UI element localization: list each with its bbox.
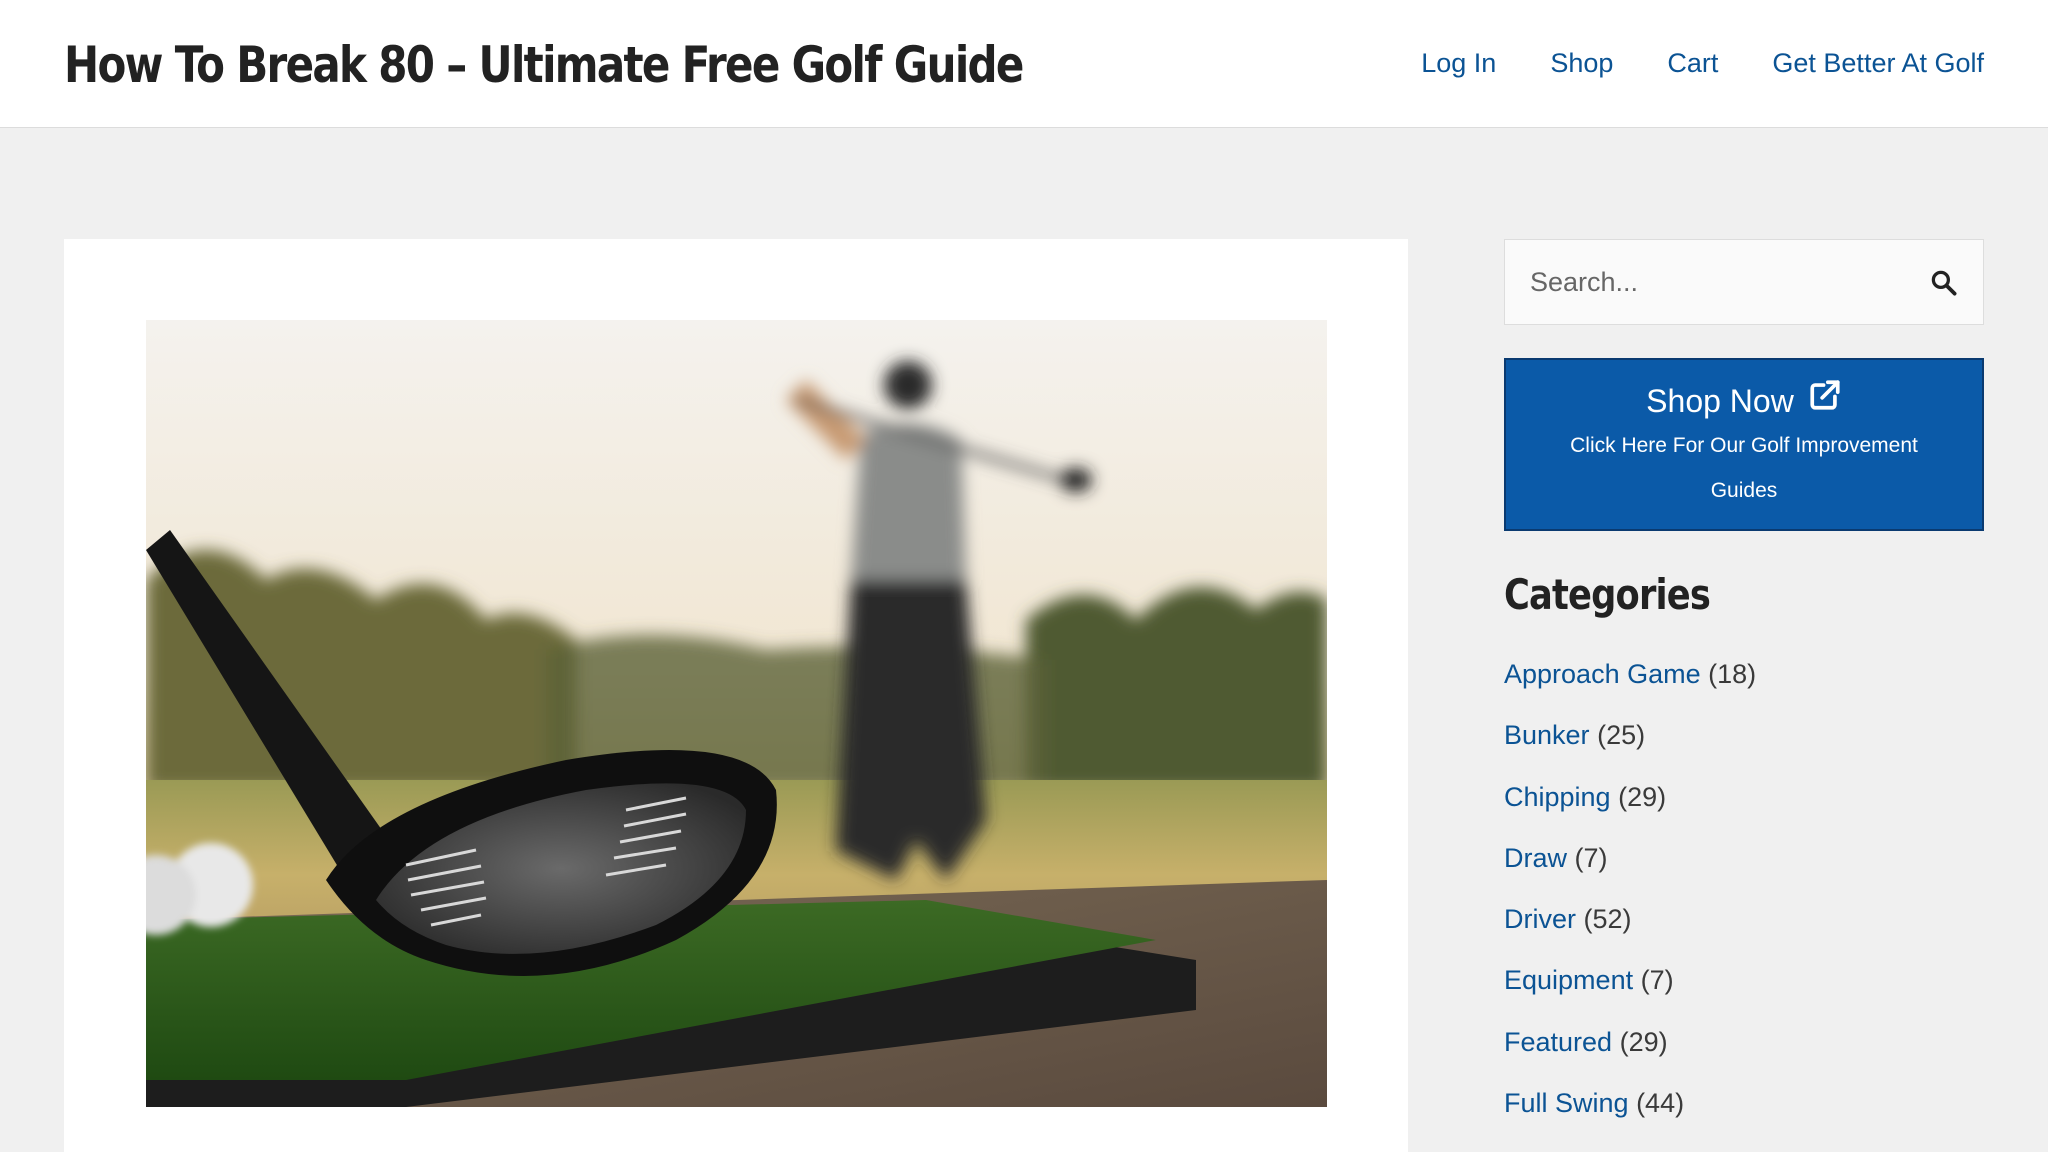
category-item: Draw (7) [1504,836,1756,897]
nav-log-in[interactable]: Log In [1421,40,1496,86]
shop-now-subtitle: Click Here For Our Golf Improvement Guid… [1570,434,1918,502]
site-title[interactable]: How To Break 80 – Ultimate Free Golf Gui… [64,30,1024,100]
category-count: (44) [1636,1088,1685,1119]
search-input[interactable] [1505,240,1905,324]
category-link-approach-game[interactable]: Approach Game [1504,659,1701,689]
category-count: (25) [1597,720,1646,751]
category-item: Driver (52) [1504,897,1756,958]
site-header: How To Break 80 – Ultimate Free Golf Gui… [0,0,2048,128]
category-item: Approach Game (18) [1504,652,1756,713]
search-icon[interactable] [1929,268,1959,298]
category-count: (7) [1574,842,1608,873]
category-item: Bunker (25) [1504,713,1756,774]
categories-list: Approach Game (18) Bunker (25) Chipping … [1504,652,1756,1142]
shop-now-button[interactable]: Shop Now Click Here For Our Golf Improve… [1504,358,1984,531]
main-nav: Log In Shop Cart Get Better At Golf [1421,40,1984,86]
golf-driver-photo [146,320,1327,1107]
categories-heading: Categories [1504,570,1711,619]
category-link-bunker[interactable]: Bunker [1504,720,1590,750]
category-count: (18) [1708,659,1757,689]
category-link-featured[interactable]: Featured [1504,1027,1612,1057]
category-count: (29) [1619,1026,1668,1057]
category-item: Equipment (7) [1504,958,1756,1019]
search-form [1504,239,1984,325]
nav-get-better-at-golf[interactable]: Get Better At Golf [1772,40,1984,86]
category-link-chipping[interactable]: Chipping [1504,782,1611,812]
category-item: Featured (29) [1504,1020,1756,1081]
category-link-driver[interactable]: Driver [1504,904,1576,934]
content-card [64,239,1408,1152]
category-count: (29) [1618,781,1667,812]
category-count: (52) [1583,904,1632,935]
category-item: Chipping (29) [1504,775,1756,836]
category-item: Full Swing (44) [1504,1081,1756,1142]
shop-now-title-row: Shop Now [1506,378,1982,423]
category-link-draw[interactable]: Draw [1504,843,1567,873]
nav-shop[interactable]: Shop [1550,40,1613,86]
category-link-full-swing[interactable]: Full Swing [1504,1088,1629,1118]
category-link-equipment[interactable]: Equipment [1504,965,1633,995]
external-link-icon [1808,378,1842,423]
category-count: (7) [1640,965,1674,996]
shop-now-label: Shop Now [1646,382,1794,419]
nav-cart[interactable]: Cart [1667,40,1718,86]
featured-image[interactable] [146,320,1327,1107]
